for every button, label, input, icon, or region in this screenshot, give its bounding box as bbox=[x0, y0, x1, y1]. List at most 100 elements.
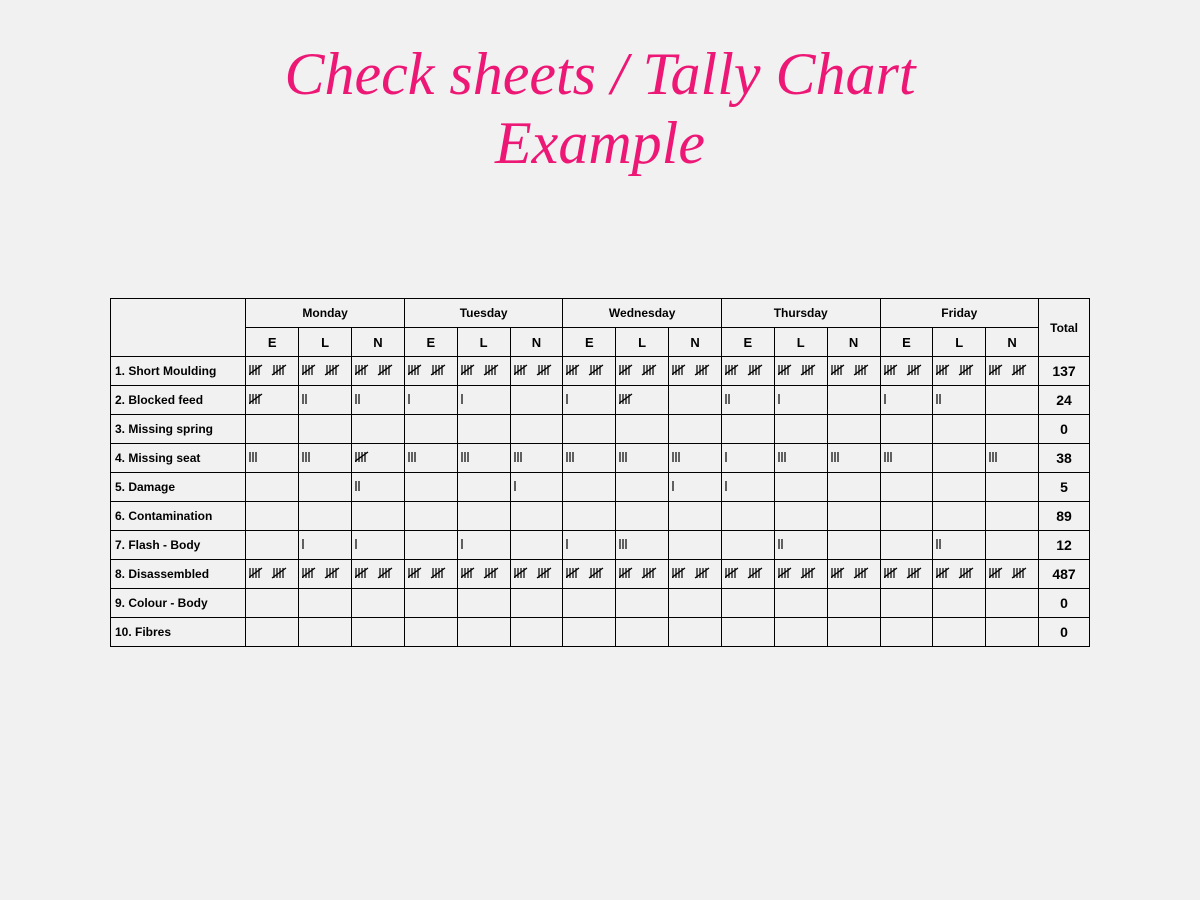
row-label: 3. Missing spring bbox=[111, 415, 246, 444]
tally-cell bbox=[827, 357, 880, 386]
tally-cell bbox=[721, 415, 774, 444]
row-total: 24 bbox=[1039, 386, 1090, 415]
tally-cell bbox=[880, 589, 933, 618]
tally-cell bbox=[246, 386, 299, 415]
tally-cell bbox=[774, 444, 827, 473]
tally-cell bbox=[351, 473, 404, 502]
tally-cell bbox=[827, 386, 880, 415]
header-shift-row: ELNELNELNELNELN bbox=[111, 328, 1090, 357]
tally-cell bbox=[721, 473, 774, 502]
tally-cell bbox=[404, 502, 457, 531]
shift-header: N bbox=[669, 328, 722, 357]
tally-cell bbox=[616, 357, 669, 386]
tally-cell bbox=[457, 589, 510, 618]
tally-cell bbox=[404, 386, 457, 415]
day-header: Monday bbox=[246, 299, 405, 328]
tally-cell bbox=[299, 386, 352, 415]
row-total: 89 bbox=[1039, 502, 1090, 531]
tally-cell bbox=[616, 531, 669, 560]
tally-cell bbox=[669, 444, 722, 473]
tally-cell bbox=[933, 560, 986, 589]
row-label: 5. Damage bbox=[111, 473, 246, 502]
shift-header: E bbox=[404, 328, 457, 357]
header-day-row: Monday Tuesday Wednesday Thursday Friday… bbox=[111, 299, 1090, 328]
tally-cell bbox=[299, 473, 352, 502]
tally-cell bbox=[404, 618, 457, 647]
tally-cell bbox=[563, 357, 616, 386]
shift-header: N bbox=[827, 328, 880, 357]
tally-cell bbox=[246, 473, 299, 502]
tally-cell bbox=[510, 386, 563, 415]
shift-header: L bbox=[299, 328, 352, 357]
tally-cell bbox=[299, 589, 352, 618]
tally-cell bbox=[933, 531, 986, 560]
tally-cell bbox=[404, 444, 457, 473]
tally-cell bbox=[986, 589, 1039, 618]
tally-cell bbox=[246, 560, 299, 589]
tally-cell bbox=[669, 415, 722, 444]
tally-cell bbox=[880, 415, 933, 444]
shift-header: E bbox=[563, 328, 616, 357]
table-row: 9. Colour - Body0 bbox=[111, 589, 1090, 618]
tally-cell bbox=[510, 357, 563, 386]
table-row: 2. Blocked feed 24 bbox=[111, 386, 1090, 415]
table-row: 3. Missing spring0 bbox=[111, 415, 1090, 444]
tally-cell bbox=[510, 444, 563, 473]
table-row: 8. Disassembled487 bbox=[111, 560, 1090, 589]
tally-cell bbox=[933, 444, 986, 473]
tally-cell bbox=[246, 531, 299, 560]
table-row: 7. Flash - Body 12 bbox=[111, 531, 1090, 560]
tally-cell bbox=[721, 589, 774, 618]
tally-cell bbox=[721, 444, 774, 473]
shift-header: N bbox=[510, 328, 563, 357]
row-label: 7. Flash - Body bbox=[111, 531, 246, 560]
tally-cell bbox=[774, 502, 827, 531]
tally-cell bbox=[246, 444, 299, 473]
row-label: 1. Short Moulding bbox=[111, 357, 246, 386]
tally-cell bbox=[351, 560, 404, 589]
tally-cell bbox=[299, 357, 352, 386]
tally-cell bbox=[721, 357, 774, 386]
tally-cell bbox=[986, 560, 1039, 589]
tally-cell bbox=[616, 560, 669, 589]
tally-cell bbox=[827, 473, 880, 502]
shift-header: L bbox=[774, 328, 827, 357]
row-label: 2. Blocked feed bbox=[111, 386, 246, 415]
tally-cell bbox=[774, 618, 827, 647]
tally-cell bbox=[616, 502, 669, 531]
tally-cell bbox=[669, 531, 722, 560]
tally-cell bbox=[933, 589, 986, 618]
tally-cell bbox=[933, 415, 986, 444]
tally-cell bbox=[986, 531, 1039, 560]
tally-cell bbox=[827, 618, 880, 647]
tally-cell bbox=[457, 415, 510, 444]
tally-cell bbox=[880, 444, 933, 473]
tally-cell bbox=[669, 473, 722, 502]
tally-cell bbox=[457, 531, 510, 560]
tally-cell bbox=[246, 357, 299, 386]
tally-cell bbox=[616, 444, 669, 473]
tally-chart-table-wrap: Monday Tuesday Wednesday Thursday Friday… bbox=[110, 298, 1090, 647]
tally-cell bbox=[933, 473, 986, 502]
tally-cell bbox=[563, 473, 616, 502]
tally-cell bbox=[404, 473, 457, 502]
tally-cell bbox=[299, 531, 352, 560]
row-total: 12 bbox=[1039, 531, 1090, 560]
tally-cell bbox=[774, 357, 827, 386]
table-body: 1. Short Moulding1372. Blocked feed243. … bbox=[111, 357, 1090, 647]
tally-cell bbox=[616, 473, 669, 502]
row-label: 8. Disassembled bbox=[111, 560, 246, 589]
tally-cell bbox=[774, 415, 827, 444]
tally-cell bbox=[986, 473, 1039, 502]
tally-cell bbox=[457, 357, 510, 386]
tally-cell bbox=[457, 502, 510, 531]
tally-cell bbox=[616, 589, 669, 618]
tally-cell bbox=[563, 415, 616, 444]
tally-cell bbox=[616, 386, 669, 415]
tally-chart-table: Monday Tuesday Wednesday Thursday Friday… bbox=[110, 298, 1090, 647]
tally-cell bbox=[351, 618, 404, 647]
tally-cell bbox=[986, 415, 1039, 444]
tally-cell bbox=[827, 502, 880, 531]
page-title: Check sheets / Tally Chart Example bbox=[150, 40, 1050, 178]
tally-cell bbox=[669, 357, 722, 386]
